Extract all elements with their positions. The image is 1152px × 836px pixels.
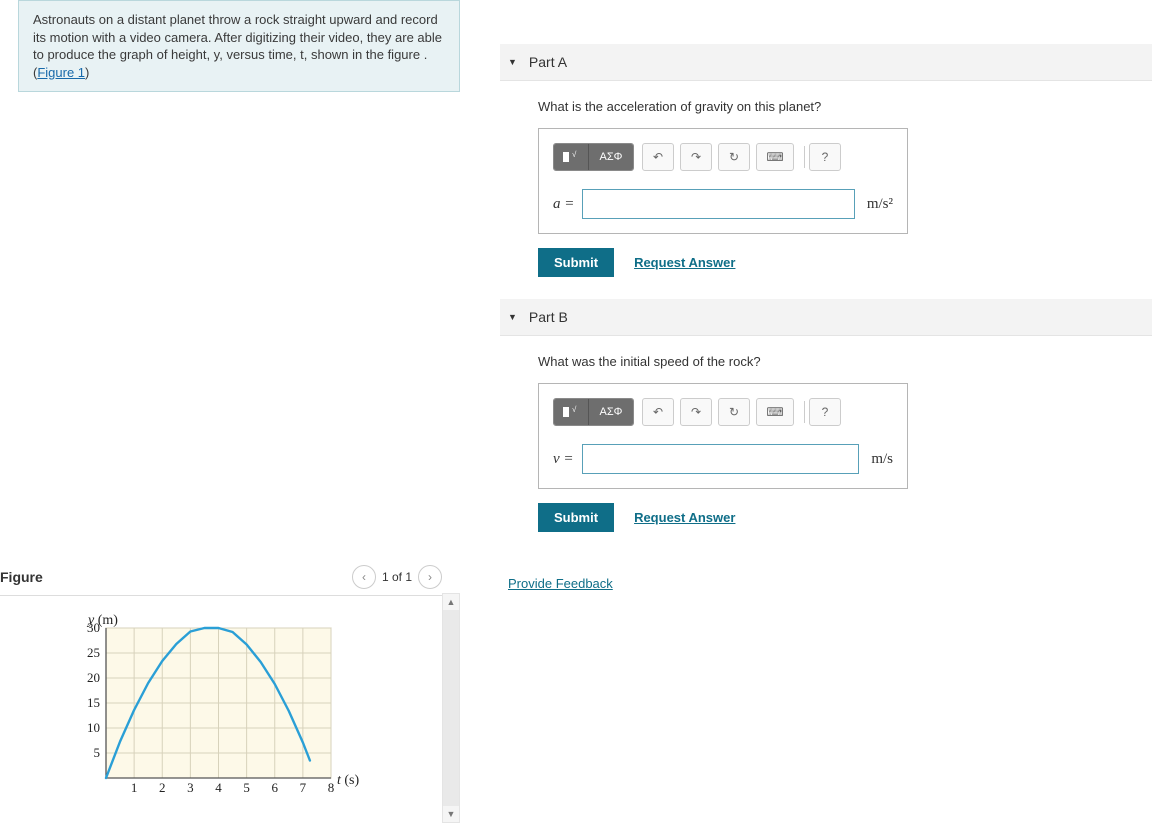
part-a-title: Part A <box>529 54 567 70</box>
svg-text:4: 4 <box>215 780 222 795</box>
figure-pager: ‹ 1 of 1 › <box>352 565 442 589</box>
chart-svg: 1234567851015202530y (m)t (s) <box>72 610 367 800</box>
part-a-header[interactable]: ▼ Part A <box>500 44 1152 81</box>
svg-text:1: 1 <box>131 780 138 795</box>
answer-box-b: √ ΑΣΦ ↶ ↷ ↻ ⌨ ? v = m/s <box>538 383 908 489</box>
submit-button-a[interactable]: Submit <box>538 248 614 277</box>
submit-button-b[interactable]: Submit <box>538 503 614 532</box>
var-label-b: v = <box>553 451 574 468</box>
keyboard-button[interactable]: ⌨ <box>756 398 794 426</box>
request-answer-a[interactable]: Request Answer <box>634 255 735 270</box>
answer-input-b[interactable] <box>582 444 860 474</box>
toolbar-separator <box>804 146 805 168</box>
svg-text:6: 6 <box>272 780 279 795</box>
toolbar-b: √ ΑΣΦ ↶ ↷ ↻ ⌨ ? <box>553 398 893 426</box>
help-button[interactable]: ? <box>809 143 841 171</box>
scrollbar-up-icon[interactable]: ▲ <box>443 594 459 610</box>
figure-title: Figure <box>0 569 43 585</box>
svg-text:5: 5 <box>94 745 101 760</box>
units-a: m/s² <box>867 196 893 213</box>
reset-button[interactable]: ↻ <box>718 398 750 426</box>
svg-text:20: 20 <box>87 670 100 685</box>
svg-text:√: √ <box>572 150 577 159</box>
toolbar-a: √ ΑΣΦ ↶ ↷ ↻ ⌨ ? <box>553 143 893 171</box>
svg-text:15: 15 <box>87 695 100 710</box>
pager-label: 1 of 1 <box>382 570 412 584</box>
units-b: m/s <box>871 451 893 468</box>
part-b-prompt: What was the initial speed of the rock? <box>538 354 1152 369</box>
part-b-title: Part B <box>529 309 568 325</box>
svg-text:√: √ <box>572 405 577 414</box>
templates-button[interactable]: √ <box>554 399 589 425</box>
toolbar-separator <box>804 401 805 423</box>
svg-text:2: 2 <box>159 780 166 795</box>
chart: 1234567851015202530y (m)t (s) <box>72 610 367 800</box>
answer-box-a: √ ΑΣΦ ↶ ↷ ↻ ⌨ ? a = m/s² <box>538 128 908 234</box>
provide-feedback-link[interactable]: Provide Feedback <box>508 576 613 591</box>
svg-text:7: 7 <box>300 780 307 795</box>
figure-link[interactable]: Figure 1 <box>37 65 85 80</box>
reset-button[interactable]: ↻ <box>718 143 750 171</box>
figure-scrollbar[interactable]: ▲ ▼ <box>442 593 460 823</box>
symbols-button[interactable]: ΑΣΦ <box>589 144 633 170</box>
answer-input-a[interactable] <box>582 189 854 219</box>
part-b-header[interactable]: ▼ Part B <box>500 299 1152 336</box>
svg-text:3: 3 <box>187 780 194 795</box>
figure-section: Figure ‹ 1 of 1 › ▲ ▼ 123456785101520253… <box>0 565 460 800</box>
pager-prev-button[interactable]: ‹ <box>352 565 376 589</box>
help-button[interactable]: ? <box>809 398 841 426</box>
problem-text: Astronauts on a distant planet throw a r… <box>33 12 442 80</box>
redo-button[interactable]: ↷ <box>680 398 712 426</box>
svg-text:25: 25 <box>87 645 100 660</box>
undo-button[interactable]: ↶ <box>642 143 674 171</box>
undo-button[interactable]: ↶ <box>642 398 674 426</box>
pager-next-button[interactable]: › <box>418 565 442 589</box>
symbols-button[interactable]: ΑΣΦ <box>589 399 633 425</box>
templates-button[interactable]: √ <box>554 144 589 170</box>
keyboard-button[interactable]: ⌨ <box>756 143 794 171</box>
svg-text:10: 10 <box>87 720 100 735</box>
svg-text:8: 8 <box>328 780 335 795</box>
redo-button[interactable]: ↷ <box>680 143 712 171</box>
scrollbar-track[interactable] <box>443 610 459 806</box>
problem-statement: Astronauts on a distant planet throw a r… <box>18 0 460 92</box>
part-a-prompt: What is the acceleration of gravity on t… <box>538 99 1152 114</box>
svg-text:t (s): t (s) <box>337 773 360 788</box>
chevron-down-icon: ▼ <box>508 312 517 322</box>
scrollbar-down-icon[interactable]: ▼ <box>443 806 459 822</box>
chevron-down-icon: ▼ <box>508 57 517 67</box>
svg-text:5: 5 <box>243 780 250 795</box>
svg-text:y (m): y (m) <box>86 613 118 628</box>
var-label-a: a = <box>553 196 574 213</box>
request-answer-b[interactable]: Request Answer <box>634 510 735 525</box>
